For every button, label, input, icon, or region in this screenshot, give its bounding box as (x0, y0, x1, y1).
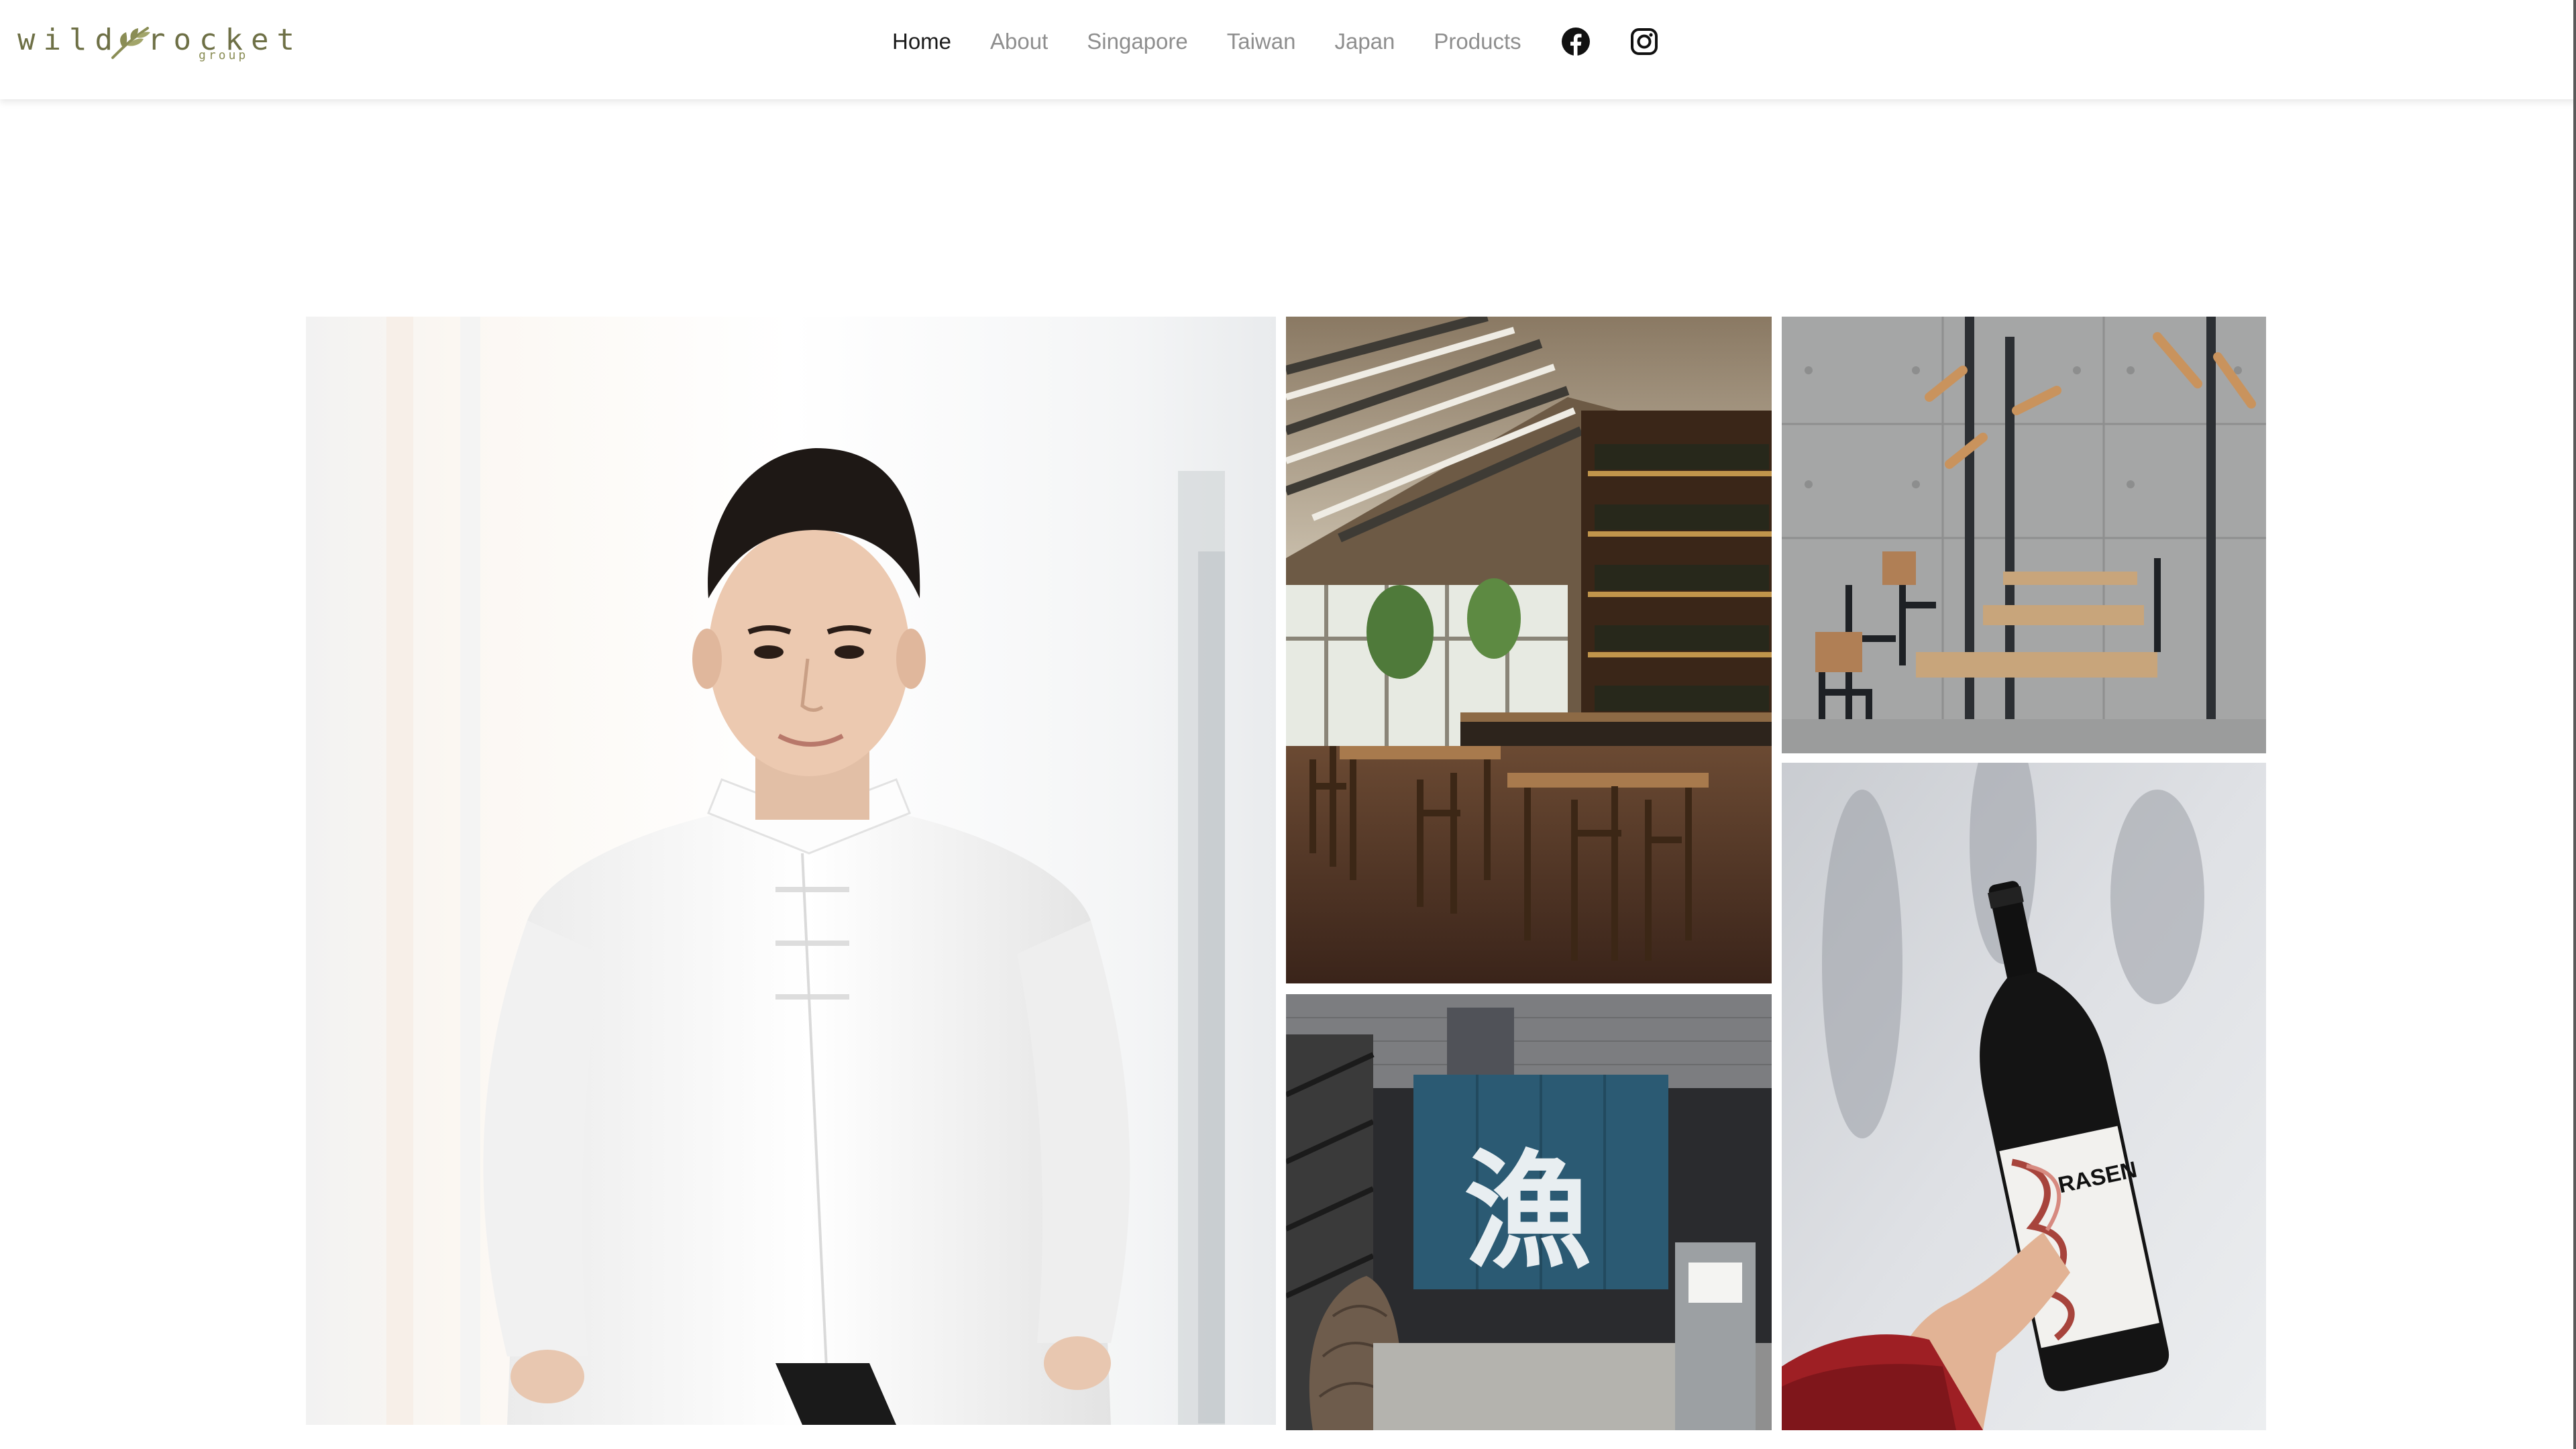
nav-japan[interactable]: Japan (1334, 29, 1395, 54)
logo-subtitle: group (199, 48, 249, 62)
nav-taiwan[interactable]: Taiwan (1227, 29, 1296, 54)
gallery-tile-sake[interactable]: RASEN (1782, 763, 2266, 1430)
storefront-image: 漁 (1286, 994, 1772, 1430)
gallery-tile-chef[interactable] (306, 317, 1276, 1425)
nav-singapore[interactable]: Singapore (1087, 29, 1187, 54)
nav-home[interactable]: Home (892, 29, 951, 54)
instagram-icon[interactable] (1629, 26, 1660, 57)
logo-word-wild: wild (17, 23, 121, 57)
gallery-tile-cafe[interactable] (1782, 317, 2266, 753)
noren-glyph: 漁 (1464, 1138, 1591, 1286)
sake-bottle-image: RASEN (1782, 763, 2266, 1430)
leaf-icon (111, 27, 150, 59)
nav-products[interactable]: Products (1434, 29, 1521, 54)
chef-portrait-image (306, 317, 1276, 1425)
brand-logo[interactable]: wild rocket group (17, 20, 294, 67)
gallery-tile-storefront[interactable]: 漁 (1286, 994, 1772, 1430)
cafe-chairs-image (1782, 317, 2266, 753)
main-nav: Home About Singapore Taiwan Japan Produc… (892, 20, 1697, 63)
gallery-tile-restaurant[interactable] (1286, 317, 1772, 983)
nav-about[interactable]: About (990, 29, 1048, 54)
facebook-icon[interactable] (1560, 26, 1591, 57)
page-scrollbar[interactable] (2573, 0, 2576, 1449)
restaurant-interior-image (1286, 317, 1772, 983)
site-header: wild rocket group Home About Singapore T… (0, 0, 2576, 99)
